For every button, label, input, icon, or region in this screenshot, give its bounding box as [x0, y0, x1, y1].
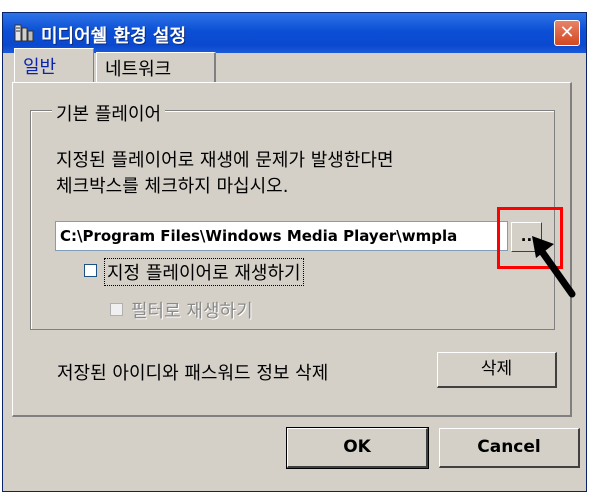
credentials-label: 저장된 아이디와 패스워드 정보 삭제 [57, 363, 329, 384]
app-icon [14, 24, 34, 42]
close-button[interactable]: ✕ [554, 20, 580, 46]
use-player-label[interactable]: 지정 플레이어로 재생하기 [104, 258, 304, 286]
filter-checkbox[interactable] [110, 303, 123, 316]
tab-network[interactable]: 네트워크 [96, 52, 216, 82]
description-line-1: 지정된 플레이어로 재생에 문제가 발생한다면 [56, 150, 394, 171]
delete-credentials-button[interactable]: 삭제 [437, 352, 557, 388]
ok-button[interactable]: OK [286, 427, 429, 469]
use-player-checkbox[interactable] [84, 264, 97, 277]
default-player-group-title: 기본 플레이어 [52, 100, 166, 126]
cancel-button[interactable]: Cancel [439, 428, 580, 468]
title-bar[interactable]: 미디어쉘 환경 설정 ✕ [3, 13, 586, 53]
tab-general-label: 일반 [23, 57, 57, 78]
player-path-input[interactable]: C:\Program Files\Windows Media Player\wm… [55, 221, 508, 251]
window-title: 미디어쉘 환경 설정 [41, 26, 187, 47]
default-player-group [30, 110, 555, 330]
default-player-description: 지정된 플레이어로 재생에 문제가 발생한다면 체크박스를 체크하지 마십시오. [56, 148, 536, 200]
annotation-arrow-icon [532, 236, 576, 298]
filter-label: 필터로 재생하기 [131, 301, 253, 322]
description-line-2: 체크박스를 체크하지 마십시오. [56, 176, 289, 197]
tab-network-label: 네트워크 [105, 59, 172, 80]
close-icon: ✕ [559, 22, 575, 43]
tab-general[interactable]: 일반 [14, 48, 94, 82]
